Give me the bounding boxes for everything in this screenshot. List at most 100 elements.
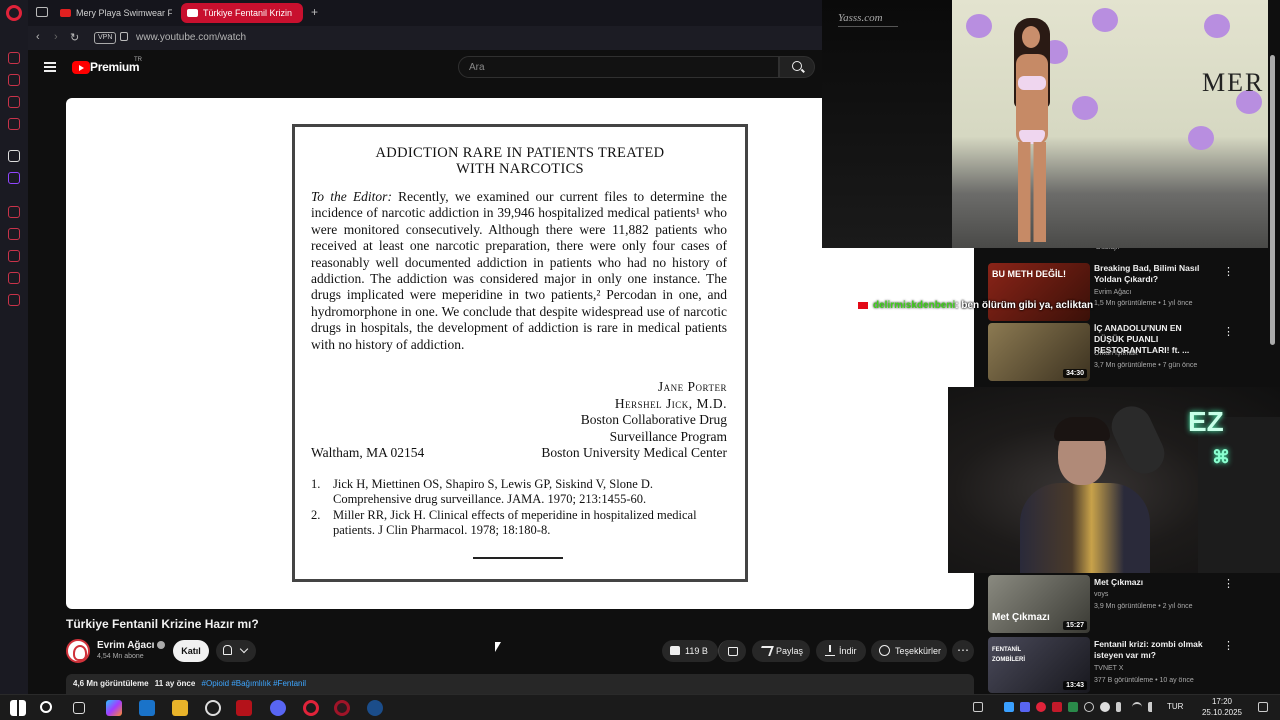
dislike-button[interactable] <box>718 640 746 662</box>
kebab-menu-icon[interactable]: ⋮ <box>1223 325 1234 338</box>
settings-gear-icon[interactable] <box>8 294 20 306</box>
steam-icon[interactable] <box>367 700 383 716</box>
volume-icon[interactable] <box>1148 702 1158 712</box>
tray-nvidia-icon[interactable] <box>1068 702 1078 712</box>
task-view-icon[interactable] <box>73 702 85 714</box>
gx-icon[interactable] <box>8 654 20 666</box>
neon-sign: EZ <box>1188 406 1224 437</box>
edge-icon[interactable] <box>139 700 155 716</box>
youtube-header: Premium TR Ara <box>28 50 822 86</box>
turkey-flag-icon <box>858 301 868 309</box>
opera-logo-icon[interactable] <box>6 5 22 21</box>
opera-gx-icon[interactable] <box>334 700 350 716</box>
channel-avatar[interactable] <box>66 639 90 663</box>
affiliation-2: Surveillance Program <box>609 428 727 444</box>
thanks-button[interactable]: Teşekkürler <box>871 640 947 662</box>
tray-app-icon[interactable] <box>1052 702 1062 712</box>
forward-arrow-icon[interactable]: › <box>54 31 58 43</box>
twitch-icon[interactable] <box>8 172 20 184</box>
wifi-icon[interactable] <box>1132 702 1142 712</box>
opera-taskbar-icon[interactable] <box>303 700 319 716</box>
hashtags[interactable]: #Opioid #Bağımlılık #Fentanil <box>202 679 307 688</box>
chat-text: : ben ölürüm gibi ya, acliktan <box>955 300 1094 311</box>
kebab-menu-icon[interactable]: ⋮ <box>1223 577 1234 590</box>
tray-cloud-icon[interactable] <box>1100 702 1110 712</box>
like-button[interactable]: 119 B <box>662 640 718 662</box>
institution: Boston University Medical Center <box>541 445 727 460</box>
menu-hamburger-icon[interactable] <box>44 62 56 72</box>
obs-icon[interactable] <box>205 700 221 716</box>
language-indicator[interactable]: TUR <box>1167 702 1183 711</box>
url-field[interactable]: www.youtube.com/watch <box>136 32 246 43</box>
tab-fentanil[interactable]: Türkiye Fentanil Krizin <box>181 3 303 23</box>
aria-icon[interactable] <box>8 74 20 86</box>
tray-opera-icon[interactable] <box>1036 702 1046 712</box>
thumbs-down-icon <box>728 647 738 656</box>
recommendation-title[interactable]: Fentanil krizi: zombi olmak isteyen var … <box>1094 639 1214 661</box>
speed-dial-icon[interactable] <box>8 52 20 64</box>
new-tab-plus-icon[interactable]: + <box>311 5 318 19</box>
list-item[interactable]: FENTANİL ZOMBİLERİ 13:43 Fentanil krizi:… <box>988 637 1268 693</box>
notifications-icon[interactable] <box>1258 702 1268 712</box>
recommendation-title[interactable]: Breaking Bad, Bilimi Nasıl Yoldan Çıkard… <box>1094 263 1214 285</box>
recommendation-channel[interactable]: voys <box>1094 591 1108 598</box>
list-item[interactable]: BU METH DEĞİL! Breaking Bad, Bilimi Nası… <box>988 263 1268 321</box>
tray-discord-icon[interactable] <box>1020 702 1030 712</box>
tray-keyboard-icon[interactable] <box>973 702 983 712</box>
search-button[interactable] <box>779 56 815 78</box>
tray-steam-icon[interactable] <box>1004 702 1014 712</box>
video-thumbnail[interactable]: 34:30 <box>988 323 1090 381</box>
reload-icon[interactable]: ↻ <box>70 31 79 44</box>
join-button[interactable]: Katıl <box>173 640 209 662</box>
tab-islands-icon[interactable] <box>36 7 48 17</box>
video-thumbnail[interactable]: Met Çıkmazı 15:27 <box>988 575 1090 633</box>
search-input[interactable]: Ara <box>458 56 779 78</box>
tab-label: Türkiye Fentanil Krizin <box>203 8 293 18</box>
search-icon[interactable] <box>40 701 52 713</box>
player-icon[interactable] <box>8 206 20 218</box>
taskbar-clock[interactable]: 17:20 25.10.2025 <box>1192 696 1252 718</box>
history-icon[interactable] <box>8 250 20 262</box>
list-item[interactable]: 34:30 İÇ ANADOLU'NUN EN DÜŞÜK PUANLI RES… <box>988 323 1268 381</box>
screen: Mery Playa Swimwear Fa Türkiye Fentanil … <box>0 0 1280 720</box>
promo-video-overlay: Yasss.com MER <box>822 0 1268 248</box>
copilot-icon[interactable] <box>106 700 122 716</box>
recommendation-channel[interactable]: TVNET X <box>1094 665 1123 672</box>
file-explorer-icon[interactable] <box>172 700 188 716</box>
video-thumbnail[interactable]: FENTANİL ZOMBİLERİ 13:43 <box>988 637 1090 693</box>
share-button[interactable]: Paylaş <box>752 640 810 662</box>
recommendation-channel[interactable]: Orkun Işıtmak <box>1094 350 1138 357</box>
channel-name-row[interactable]: Evrim Ağacı <box>97 640 166 651</box>
channel-name[interactable]: Evrim Ağacı <box>97 640 154 651</box>
more-actions-button[interactable]: ⋯ <box>952 640 974 662</box>
whatsapp-icon[interactable] <box>8 118 20 130</box>
windows-start-icon[interactable] <box>10 700 26 716</box>
back-arrow-icon[interactable]: ‹ <box>36 31 40 43</box>
tray-settings-icon[interactable] <box>1084 702 1094 712</box>
description-bar[interactable]: 4,6 Mn görüntüleme 11 ay önce #Opioid #B… <box>66 674 974 694</box>
discord-icon[interactable] <box>270 700 286 716</box>
letter-title-line1: ADDICTION RARE IN PATIENTS TREATED <box>375 145 665 161</box>
recommendation-title[interactable]: Met Çıkmazı <box>1094 577 1214 588</box>
lock-icon[interactable] <box>120 32 128 41</box>
voicemod-icon[interactable] <box>236 700 252 716</box>
tab-swimwear[interactable]: Mery Playa Swimwear Fa <box>54 3 172 23</box>
video-thumbnail[interactable]: BU METH DEĞİL! <box>988 263 1090 321</box>
discord-icon[interactable] <box>8 150 20 162</box>
downloads-icon[interactable] <box>8 272 20 284</box>
kebab-menu-icon[interactable]: ⋮ <box>1223 265 1234 278</box>
streamer-hair <box>1054 417 1110 441</box>
vpn-badge[interactable]: VPN <box>94 32 117 44</box>
youtube-logo-icon[interactable] <box>72 61 90 74</box>
scrollbar[interactable] <box>1270 55 1275 345</box>
recommendation-channel[interactable]: Evrim Ağacı <box>1094 289 1131 296</box>
kebab-menu-icon[interactable]: ⋮ <box>1223 639 1234 652</box>
messenger-icon[interactable] <box>8 96 20 108</box>
notification-bell-button[interactable] <box>216 640 256 662</box>
download-button[interactable]: İndir <box>816 640 866 662</box>
microphone-icon[interactable] <box>1116 702 1121 712</box>
bookmarks-icon[interactable] <box>8 228 20 240</box>
list-item[interactable]: Met Çıkmazı 15:27 Met Çıkmazı voys 3,9 M… <box>988 575 1268 633</box>
letter-signature: Jane Porter Hershel Jick, M.D. Boston Co… <box>311 379 727 462</box>
premium-label[interactable]: Premium <box>90 60 140 74</box>
